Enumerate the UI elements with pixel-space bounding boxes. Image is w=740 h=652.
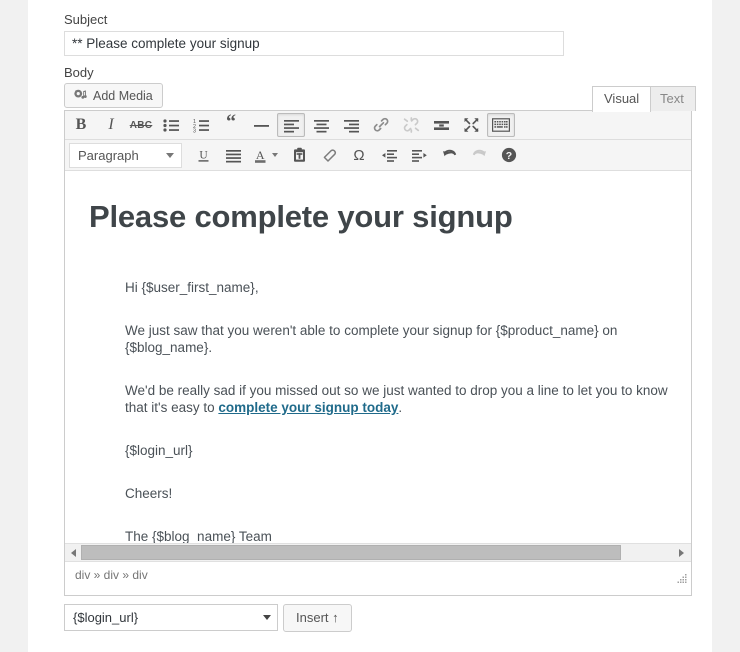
add-media-label: Add Media <box>93 88 153 103</box>
strikethrough-button[interactable]: ABC <box>127 113 155 137</box>
shortcode-select[interactable]: {$login_url} <box>64 604 278 631</box>
unlink-icon <box>397 113 425 137</box>
bulleted-list-button[interactable] <box>157 113 185 137</box>
format-select[interactable]: Paragraph <box>69 142 182 168</box>
toolbar-toggle-button[interactable] <box>487 113 515 137</box>
editor-toolbar-row-2: Paragraph U A Ω ? <box>65 140 691 171</box>
editor-status-bar: div » div » div <box>65 561 691 587</box>
paste-as-text-button[interactable] <box>285 143 313 167</box>
scrollbar-thumb[interactable] <box>81 545 621 560</box>
chevron-down-icon <box>166 152 174 158</box>
svg-text:U: U <box>199 150 208 162</box>
tab-text[interactable]: Text <box>648 86 696 111</box>
insert-button[interactable]: Insert ↑ <box>283 604 352 632</box>
email-paragraph: The {$blog_name} Team <box>125 529 272 543</box>
chevron-down-icon <box>272 153 278 157</box>
align-center-button[interactable] <box>307 113 335 137</box>
editor-horizontal-scrollbar[interactable] <box>65 543 691 561</box>
email-paragraph: Cheers! <box>125 486 173 501</box>
read-more-button[interactable] <box>427 113 455 137</box>
scroll-right-arrow-icon[interactable] <box>673 544 689 561</box>
underline-button[interactable]: U <box>189 143 217 167</box>
scrollbar-track[interactable] <box>81 544 691 561</box>
format-select-value: Paragraph <box>78 147 139 163</box>
align-right-button[interactable] <box>337 113 365 137</box>
align-left-button[interactable] <box>277 113 305 137</box>
email-paragraph: We just saw that you weren't able to com… <box>125 323 618 355</box>
redo-icon <box>465 143 493 167</box>
email-paragraph: Hi {$user_first_name}, <box>125 280 259 295</box>
body-label: Body <box>64 65 94 80</box>
svg-text:A: A <box>255 147 264 161</box>
fullscreen-button[interactable] <box>457 113 485 137</box>
scroll-left-arrow-icon[interactable] <box>65 544 81 561</box>
add-media-button[interactable]: Add Media <box>64 83 163 108</box>
email-paragraph-with-link: We'd be really sad if you missed out so … <box>125 382 685 416</box>
editor-content-area[interactable]: Please complete your signup Hi {$user_fi… <box>65 171 691 543</box>
media-icon <box>73 88 88 103</box>
justify-button[interactable] <box>219 143 247 167</box>
italic-button[interactable]: I <box>97 113 125 137</box>
insert-link-button[interactable] <box>367 113 395 137</box>
subject-input[interactable] <box>64 31 564 56</box>
resize-handle[interactable] <box>676 573 688 585</box>
indent-button[interactable] <box>405 143 433 167</box>
text-color-dropdown-button[interactable] <box>271 143 284 167</box>
undo-button[interactable] <box>435 143 463 167</box>
special-character-button[interactable]: Ω <box>345 143 373 167</box>
numbered-list-button[interactable]: 1 2 3 <box>187 113 215 137</box>
editor-toolbar-row-1: B I ABC 1 2 3 “ <box>65 111 691 140</box>
tab-visual[interactable]: Visual <box>592 86 652 112</box>
shortcode-select-value: {$login_url} <box>73 610 139 625</box>
complete-signup-link[interactable]: complete your signup today <box>218 400 398 415</box>
text-color-button[interactable]: A <box>249 143 271 167</box>
keyboard-shortcuts-button[interactable]: ? <box>495 143 523 167</box>
element-path-breadcrumb: div » div » div <box>75 567 148 582</box>
blockquote-button[interactable]: “ <box>217 112 245 137</box>
bold-button[interactable]: B <box>67 113 95 137</box>
editor-container: B I ABC 1 2 3 “ Paragraph U A Ω ? Please… <box>64 110 692 596</box>
svg-text:3: 3 <box>193 128 196 133</box>
outdent-button[interactable] <box>375 143 403 167</box>
svg-text:?: ? <box>506 150 512 162</box>
chevron-down-icon <box>263 615 271 620</box>
email-heading: Please complete your signup <box>89 199 513 234</box>
email-paragraph: {$login_url} <box>125 443 193 458</box>
subject-label: Subject <box>64 12 108 27</box>
clear-formatting-button[interactable] <box>315 143 343 167</box>
email-body: Hi {$user_first_name}, We just saw that … <box>125 279 685 543</box>
horizontal-rule-button[interactable] <box>247 113 275 137</box>
link-paragraph-after: . <box>398 400 403 415</box>
